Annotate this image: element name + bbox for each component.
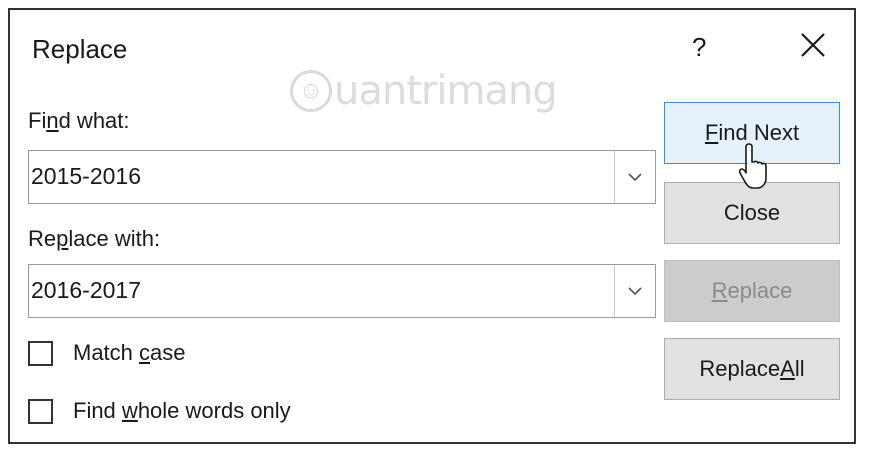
- replace-dialog: Replace ? ☺ uantrimang Find what: 2015-2…: [8, 8, 856, 444]
- dialog-title: Replace: [32, 34, 128, 64]
- find-next-button[interactable]: Find Next: [664, 102, 840, 164]
- help-icon[interactable]: ?: [692, 32, 706, 63]
- chevron-down-icon[interactable]: [614, 265, 655, 317]
- close-button[interactable]: Close: [664, 182, 840, 244]
- replace-with-combobox[interactable]: 2016-2017: [28, 264, 656, 318]
- match-case-box[interactable]: [28, 340, 53, 366]
- find-what-label: Find what:: [28, 108, 130, 133]
- replace-all-button[interactable]: Replace All: [664, 338, 840, 400]
- chevron-down-icon[interactable]: [614, 151, 655, 203]
- match-case-checkbox[interactable]: Match case: [28, 340, 186, 366]
- find-what-input[interactable]: 2015-2016: [31, 163, 141, 190]
- replace-with-label: Replace with:: [28, 226, 161, 251]
- watermark-text: uantrimang: [334, 68, 558, 114]
- find-what-combobox[interactable]: 2015-2016: [28, 150, 656, 204]
- watermark-logo: ☺ uantrimang: [290, 68, 558, 114]
- whole-words-box[interactable]: [28, 398, 53, 424]
- whole-words-checkbox[interactable]: Find whole words only: [28, 398, 291, 424]
- close-icon[interactable]: [798, 30, 828, 60]
- replace-with-input[interactable]: 2016-2017: [31, 277, 141, 304]
- watermark-icon: ☺: [290, 70, 332, 112]
- replace-button: Replace: [664, 260, 840, 322]
- whole-words-label: Find whole words only: [73, 398, 291, 423]
- match-case-label: Match case: [73, 340, 186, 365]
